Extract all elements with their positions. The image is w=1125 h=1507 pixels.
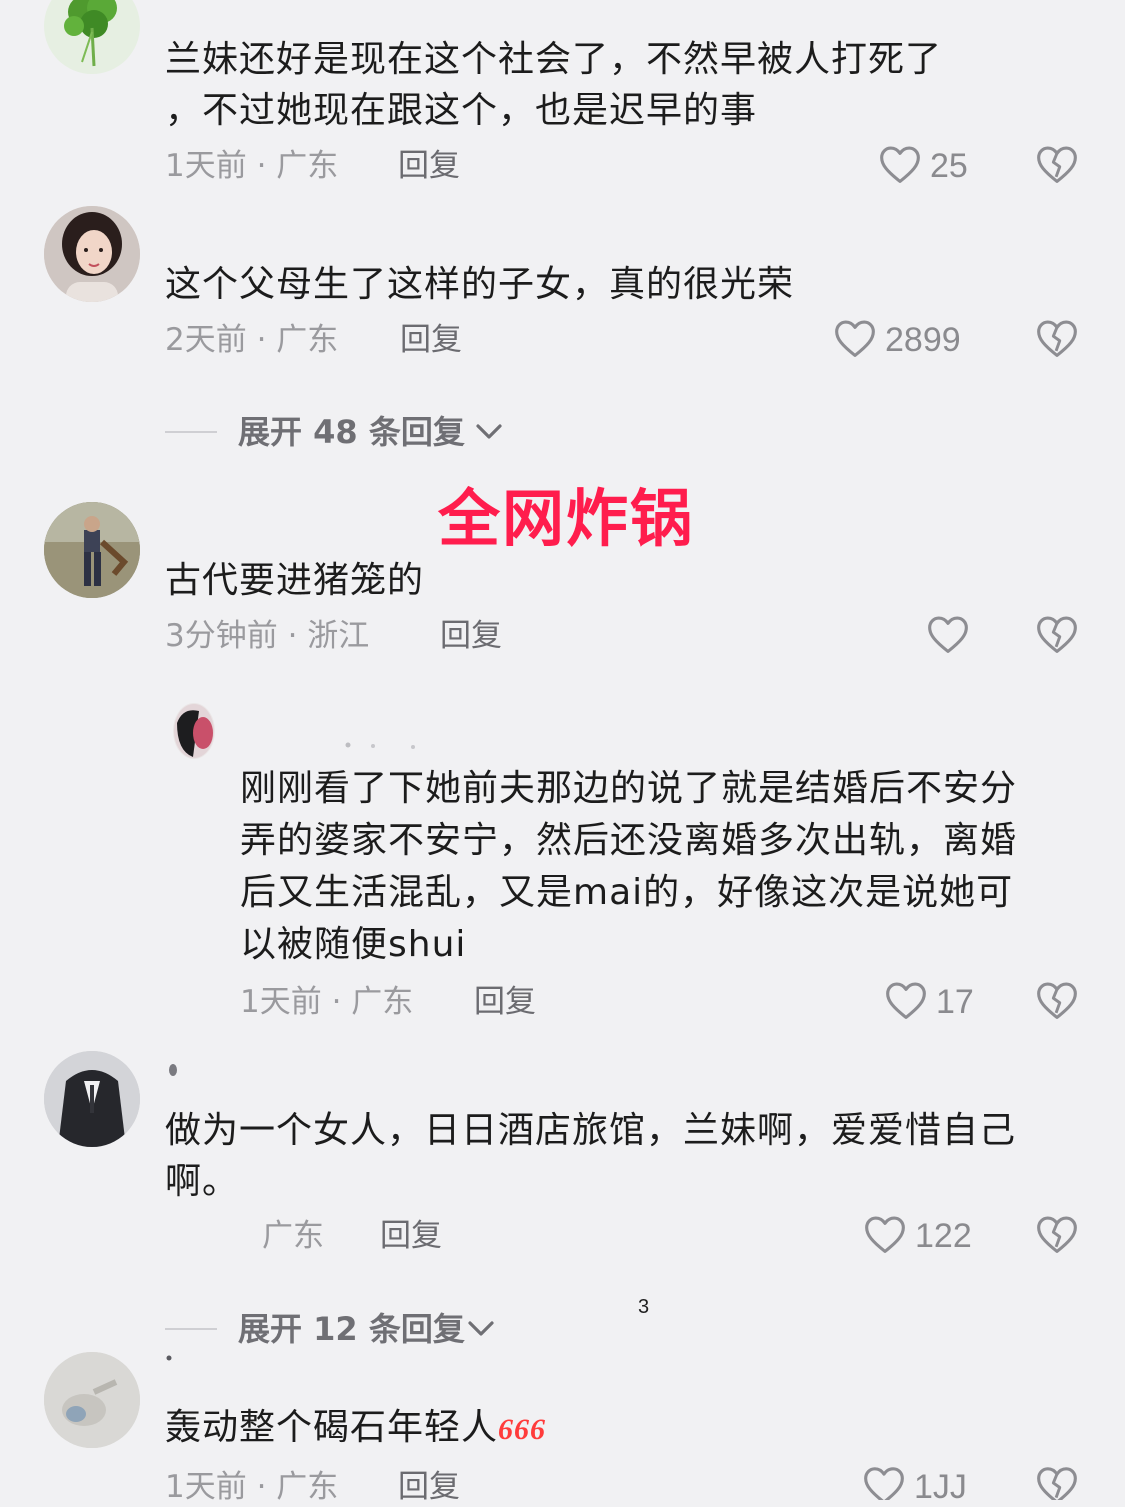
comment-meta: 广东 (262, 1218, 324, 1254)
avatar[interactable] (44, 206, 140, 302)
hand-avatar-icon (44, 1352, 140, 1448)
avatar[interactable] (44, 1352, 140, 1448)
divider (165, 431, 217, 433)
suit-avatar-icon (44, 1051, 140, 1147)
comment-meta: 3分钟前 · 浙江 (165, 618, 370, 654)
username-dot (168, 1062, 180, 1078)
comment-meta: 1天前 · 广东 (240, 984, 414, 1020)
dislike-icon[interactable] (1035, 143, 1079, 185)
like-count: 1JJ (914, 1468, 967, 1506)
expand-label: 展开 12 条回复 (238, 1310, 465, 1348)
avatar[interactable] (44, 502, 140, 598)
like-count: 122 (915, 1217, 972, 1255)
reply-button[interactable]: 回复 (398, 1467, 460, 1507)
username-dots (345, 742, 425, 750)
avatar[interactable] (44, 0, 140, 74)
like-count: 17 (936, 983, 974, 1021)
like-icon[interactable] (878, 143, 922, 185)
dislike-icon[interactable] (1035, 979, 1079, 1021)
expand-label: 展开 48 条回复 (238, 413, 465, 451)
reply-button[interactable]: 回复 (380, 1216, 442, 1256)
dislike-icon[interactable] (1035, 613, 1079, 655)
comment-meta: 1天前 · 广东 (165, 1469, 339, 1505)
chevron-down-icon[interactable] (474, 420, 504, 444)
cilantro-icon (64, 0, 117, 67)
dislike-icon[interactable] (1035, 1464, 1079, 1500)
reply-button[interactable]: 回复 (398, 146, 460, 186)
overlay-title: 全网炸锅 (438, 482, 695, 555)
comment-text: 这个父母生了这样的子女，真的很光荣 (165, 264, 795, 305)
reply-button[interactable]: 回复 (474, 982, 536, 1022)
outdoor-person-icon (44, 502, 140, 598)
chevron-down-icon[interactable] (466, 1317, 496, 1341)
avatar[interactable] (44, 1051, 140, 1147)
like-icon[interactable] (833, 317, 877, 359)
like-icon[interactable] (926, 613, 970, 655)
avatar[interactable] (173, 703, 215, 759)
emoji-666: 666 (498, 1413, 547, 1446)
expand-replies-button[interactable]: 展开 12 条回复 (238, 1309, 465, 1349)
comment-meta: 1天前 · 广东 (165, 148, 339, 184)
expand-replies-button[interactable]: 展开 48 条回复 (238, 412, 465, 452)
page-number: 3 (638, 1296, 650, 1318)
comment-text: 刚刚看了下她前夫那边的说了就是结婚后不安分 弄的婆家不安宁，然后还没离婚多次出轨… (240, 768, 1018, 965)
like-count: 25 (930, 147, 968, 185)
dark-avatar-icon (174, 704, 214, 758)
like-count: 2899 (885, 321, 961, 359)
reply-button[interactable]: 回复 (400, 320, 462, 360)
dislike-icon[interactable] (1035, 1213, 1079, 1255)
reply-button[interactable]: 回复 (440, 616, 502, 656)
woman-portrait-icon (44, 206, 140, 302)
username-dot (166, 1355, 174, 1363)
comment-text: 做为一个女人，日日酒店旅馆，兰妹啊，爱爱惜自己 啊。 (165, 1110, 1017, 1202)
comment-text: 轰动整个碣石年轻人666 (165, 1407, 547, 1448)
like-icon[interactable] (862, 1464, 906, 1500)
dislike-icon[interactable] (1035, 317, 1079, 359)
comment-text: 古代要进猪笼的 (165, 560, 425, 601)
comment-meta: 2天前 · 广东 (165, 322, 339, 358)
divider (165, 1328, 217, 1330)
like-icon[interactable] (863, 1213, 907, 1255)
like-icon[interactable] (884, 979, 928, 1021)
comment-text: 兰妹还好是现在这个社会了，不然早被人打死了 ，不过她现在跟这个，也是迟早的事 (165, 39, 943, 131)
